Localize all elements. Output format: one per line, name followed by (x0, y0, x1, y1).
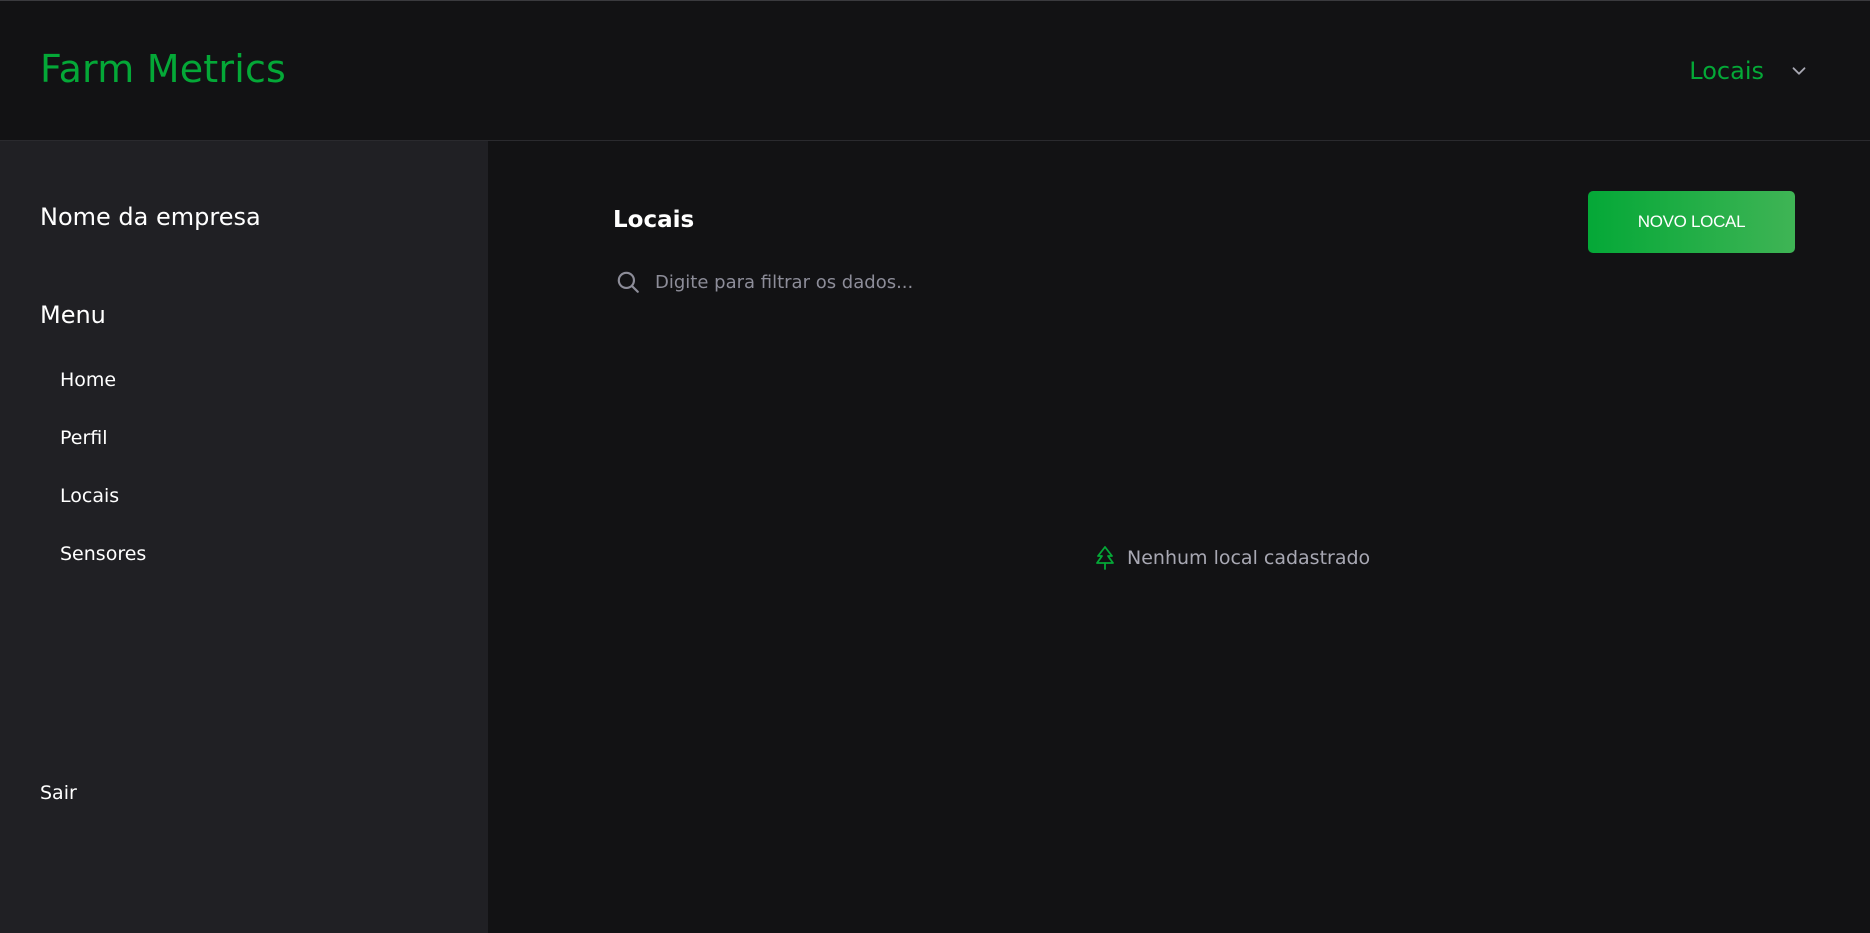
tree-icon (1096, 546, 1114, 570)
user-menu-dropdown[interactable]: Locais (1689, 53, 1810, 89)
search-input[interactable] (655, 271, 1255, 293)
sidebar-nav: Home Perfil Locais Sensores (60, 369, 146, 601)
empty-state-message: Nenhum local cadastrado (1127, 547, 1371, 569)
brand-title[interactable]: Farm Metrics (40, 47, 286, 91)
chevron-down-icon (1792, 67, 1806, 75)
logout-link[interactable]: Sair (40, 782, 77, 804)
new-location-button[interactable]: NOVO LOCAL (1588, 191, 1795, 253)
company-name: Nome da empresa (40, 203, 261, 231)
sidebar-item-home[interactable]: Home (60, 369, 146, 427)
sidebar-item-perfil[interactable]: Perfil (60, 427, 146, 485)
sidebar-item-sensores[interactable]: Sensores (60, 543, 146, 601)
menu-heading: Menu (40, 301, 106, 329)
sidebar-item-locais[interactable]: Locais (60, 485, 146, 543)
empty-state: Nenhum local cadastrado (1093, 545, 1370, 571)
search-icon (617, 271, 639, 293)
sidebar: Nome da empresa Menu Home Perfil Locais … (0, 141, 488, 933)
main-content: Locais NOVO LOCAL Nenhum local cadastrad… (488, 141, 1870, 933)
search-bar (615, 264, 1315, 300)
page-title: Locais (613, 207, 695, 233)
top-bar: Farm Metrics Locais (0, 0, 1870, 141)
user-menu-label: Locais (1689, 57, 1764, 85)
